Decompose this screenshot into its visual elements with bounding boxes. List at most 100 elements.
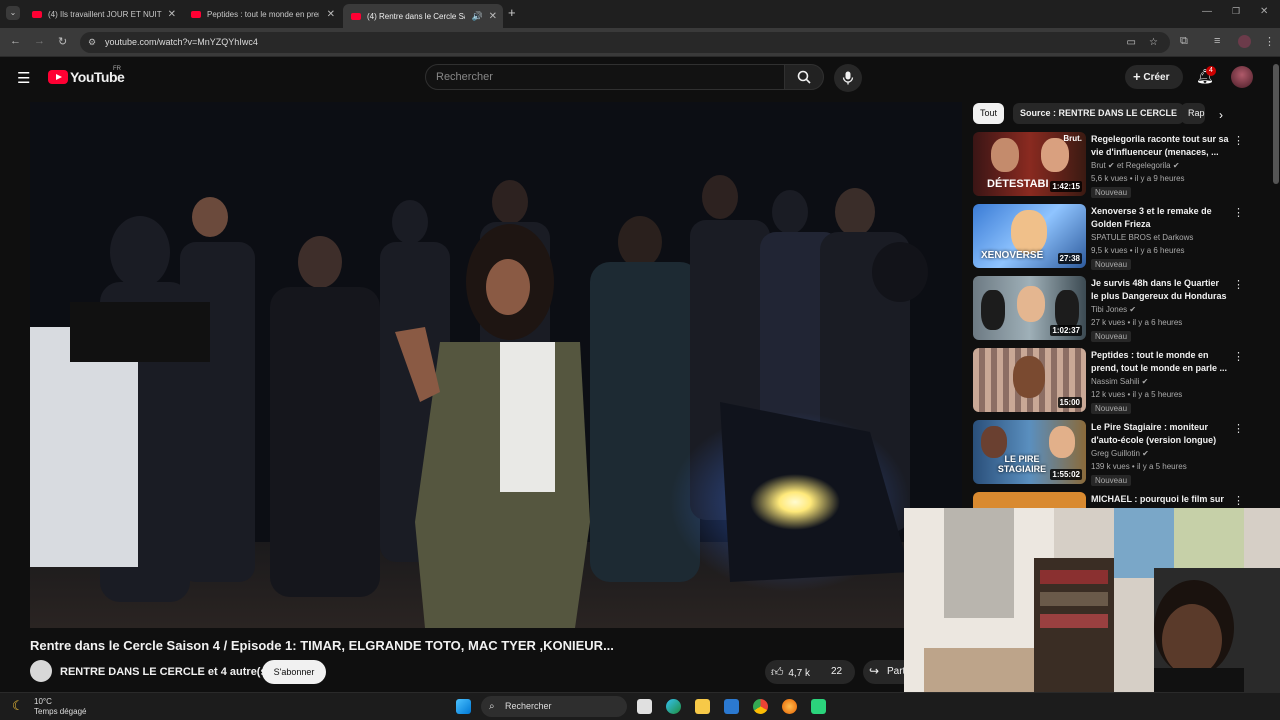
more-options-icon[interactable]: ⋮	[1233, 422, 1244, 435]
video-title: Rentre dans le Cercle Saison 4 / Episode…	[30, 638, 614, 653]
webcam-overlay	[904, 508, 1280, 692]
cast-icon[interactable]: ▭	[1127, 32, 1136, 53]
recommended-video[interactable]: Brut. DÉTESTABI 1:42:15 Regelegorila rac…	[973, 132, 1244, 198]
recommended-video[interactable]: MICHAEL : pourquoi le film sur ⋮	[973, 492, 1243, 508]
chips-next-arrow-icon[interactable]: ›	[1219, 108, 1223, 122]
thumb-character	[1011, 210, 1047, 254]
video-frame-image	[30, 102, 962, 628]
thumbs-up-icon: 👍︎	[771, 665, 784, 679]
video-thumbnail[interactable]: XENOVERSE 27:38	[973, 204, 1086, 268]
chrome-browser-icon[interactable]	[753, 699, 768, 714]
video-duration: 27:38	[1057, 253, 1082, 264]
video-thumbnail[interactable]	[973, 492, 1086, 508]
youtube-play-logo-icon	[48, 70, 68, 84]
site-info-icon[interactable]: ⚙	[88, 32, 96, 53]
more-options-icon[interactable]: ⋮	[1233, 350, 1244, 363]
profile-avatar-icon[interactable]	[1238, 35, 1251, 48]
new-tab-icon[interactable]: +	[508, 5, 516, 20]
voice-search-button[interactable]	[834, 64, 862, 92]
channel-name[interactable]: RENTRE DANS LE CERCLE et 4 autre(s)	[60, 666, 270, 678]
thumb-face-right	[1041, 138, 1069, 172]
recommended-video[interactable]: LE PIRE STAGIAIRE 1:55:02 Le Pire Stagia…	[973, 420, 1244, 486]
like-button[interactable]: 👍︎ 4,7 k	[771, 665, 810, 680]
chip-source[interactable]: Source : RENTRE DANS LE CERCLE	[1013, 103, 1185, 124]
thumb-face-left	[991, 138, 1019, 172]
browser-tab-2[interactable]: Peptides : tout le monde en prend ✕	[183, 4, 341, 24]
taskbar-search[interactable]: ⌕ Rechercher	[481, 696, 627, 717]
video-player[interactable]	[30, 102, 962, 628]
video-thumbnail[interactable]: 1:02:37	[973, 276, 1086, 340]
chip-tout[interactable]: Tout	[973, 103, 1005, 124]
notification-count-badge: 4	[1206, 66, 1216, 76]
more-options-icon[interactable]: ⋮	[1233, 494, 1243, 507]
close-tab-icon[interactable]: ✕	[168, 9, 176, 20]
tab-list-dropdown-icon[interactable]: ⌄	[6, 6, 20, 20]
microphone-icon	[842, 71, 854, 85]
comments-count: 22	[831, 666, 843, 677]
moon-weather-icon: ☾	[12, 698, 24, 713]
address-bar[interactable]: ⚙ youtube.com/watch?v=MnYZQYhIwc4 ▭ ☆	[80, 32, 1170, 53]
video-duration: 1:55:02	[1050, 469, 1082, 480]
close-window-icon[interactable]: ✕	[1260, 6, 1268, 17]
youtube-favicon-icon	[191, 10, 201, 18]
youtube-header: ☰ YouTube FR Rechercher + Créer 🔔︎ 4	[0, 57, 1280, 99]
browser-tab-3-active[interactable]: (4) Rentre dans le Cercle Saison 🔊 ✕	[343, 4, 503, 28]
file-explorer-icon[interactable]	[695, 699, 710, 714]
recommended-video[interactable]: 15:00 Peptides : tout le monde en prend,…	[973, 348, 1244, 414]
video-duration: 1:02:37	[1050, 325, 1082, 336]
chip-rap[interactable]: Rap	[1181, 103, 1205, 124]
firefox-browser-icon[interactable]	[782, 699, 797, 714]
thumb-person-right	[1055, 290, 1079, 330]
browser-tab-1[interactable]: (4) Ils travaillent JOUR ET NUIT ✕	[24, 4, 182, 24]
video-thumbnail[interactable]: Brut. DÉTESTABI 1:42:15	[973, 132, 1086, 196]
streamer-webcam-image	[904, 508, 1280, 692]
subscribe-button[interactable]: S'abonner	[262, 660, 326, 684]
thumb-face	[1017, 286, 1045, 322]
forward-arrow-icon[interactable]: →	[34, 35, 45, 47]
extensions-icon[interactable]: ⧉	[1180, 35, 1188, 48]
url-text: youtube.com/watch?v=MnYZQYhIwc4	[105, 37, 258, 47]
search-icon: ⌕	[489, 701, 495, 712]
browser-menu-icon[interactable]: ⋮	[1264, 35, 1275, 48]
browser-tab-bar: ⌄ (4) Ils travaillent JOUR ET NUIT ✕ Pep…	[0, 0, 1280, 28]
maximize-window-icon[interactable]: ❐	[1232, 6, 1240, 17]
tab-search-icon[interactable]: ≡	[1214, 35, 1220, 47]
windows-start-icon[interactable]	[456, 699, 471, 714]
youtube-logo[interactable]: YouTube FR	[48, 66, 125, 85]
channel-avatar[interactable]	[30, 660, 52, 682]
microsoft-store-icon[interactable]	[724, 699, 739, 714]
more-options-icon[interactable]: ⋮	[1233, 134, 1244, 147]
plus-icon: +	[1133, 69, 1141, 84]
search-button[interactable]	[784, 64, 824, 90]
video-thumbnail[interactable]: LE PIRE STAGIAIRE 1:55:02	[973, 420, 1086, 484]
close-tab-icon[interactable]: ✕	[489, 11, 497, 22]
bookmark-star-icon[interactable]: ☆	[1149, 32, 1158, 53]
more-options-icon[interactable]: ⋮	[1233, 278, 1244, 291]
minimize-window-icon[interactable]: —	[1202, 6, 1212, 17]
thumb-person-left	[981, 290, 1005, 330]
account-avatar[interactable]	[1231, 66, 1253, 88]
page-scrollbar[interactable]	[1273, 64, 1279, 184]
create-button[interactable]: + Créer	[1125, 65, 1183, 89]
more-options-icon[interactable]: ⋮	[1233, 206, 1244, 219]
reload-icon[interactable]: ↻	[58, 35, 67, 48]
hamburger-menu-icon[interactable]: ☰	[17, 69, 30, 87]
recommended-video[interactable]: XENOVERSE 27:38 Xenoverse 3 et le remake…	[973, 204, 1244, 270]
weather-widget[interactable]: 10°C Temps dégagé	[34, 697, 86, 717]
video-duration: 1:42:15	[1050, 181, 1082, 192]
search-input[interactable]: Rechercher	[425, 64, 785, 90]
edge-browser-icon[interactable]	[666, 699, 681, 714]
green-app-icon[interactable]	[811, 699, 826, 714]
audio-playing-icon[interactable]: 🔊	[472, 11, 483, 22]
thumb-face	[1013, 356, 1045, 398]
browser-toolbar: ← → ↻ ⚙ youtube.com/watch?v=MnYZQYhIwc4 …	[0, 28, 1280, 57]
search-icon	[797, 70, 811, 84]
task-view-icon[interactable]	[637, 699, 652, 714]
share-arrow-icon: ↪	[869, 664, 880, 678]
like-dislike-group: 👍︎ 4,7 k 22	[765, 660, 855, 684]
recommended-video[interactable]: 1:02:37 Je survis 48h dans le Quartier l…	[973, 276, 1244, 342]
video-duration: 15:00	[1057, 397, 1082, 408]
video-thumbnail[interactable]: 15:00	[973, 348, 1086, 412]
close-tab-icon[interactable]: ✕	[327, 9, 335, 20]
back-arrow-icon[interactable]: ←	[10, 35, 21, 47]
